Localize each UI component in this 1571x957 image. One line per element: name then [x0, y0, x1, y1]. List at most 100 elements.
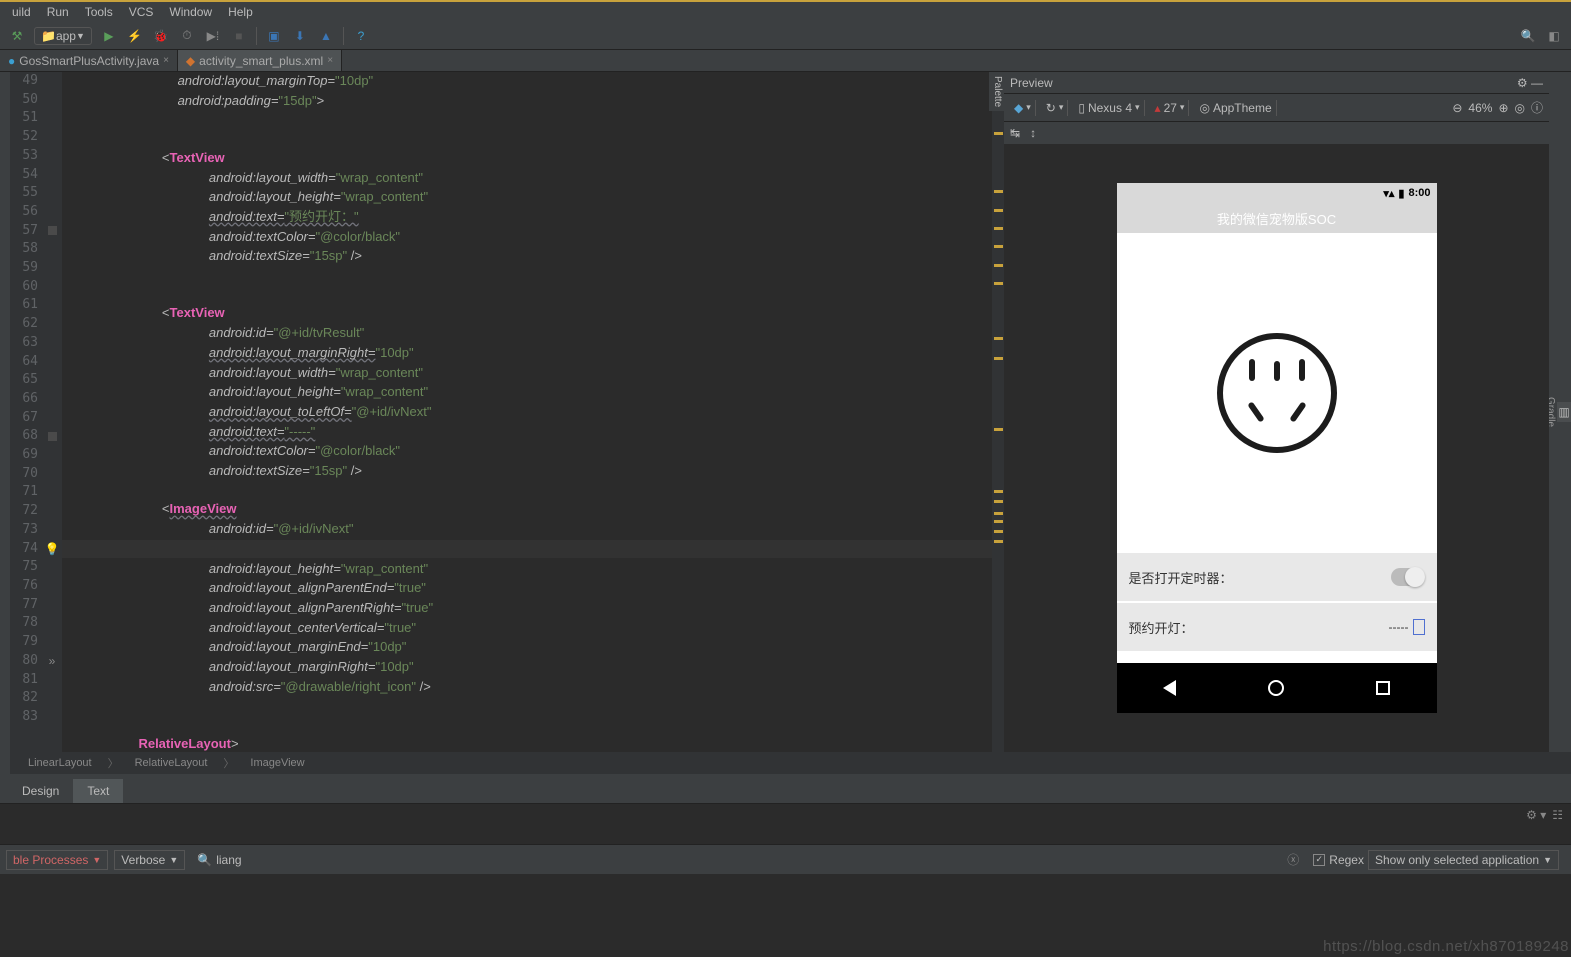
- menu-window[interactable]: Window: [161, 2, 220, 22]
- run-config-selector[interactable]: 📁 app ▼: [34, 27, 92, 45]
- pan-icon[interactable]: ↹: [1010, 126, 1020, 140]
- back-icon[interactable]: [1163, 680, 1176, 696]
- menu-help[interactable]: Help: [220, 2, 261, 22]
- menu-run[interactable]: Run: [39, 2, 77, 22]
- orientation-selector[interactable]: ↻▾: [1042, 100, 1069, 116]
- close-icon[interactable]: ×: [327, 55, 333, 66]
- schedule-label: 预约开灯：: [1129, 618, 1194, 637]
- device-selector[interactable]: ▯Nexus 4▾: [1074, 100, 1144, 116]
- crumb-3[interactable]: ImageView: [242, 757, 312, 769]
- hammer-icon[interactable]: ⚒: [6, 25, 28, 47]
- right-rail: ▥ Gradle ◧ Preview ▤ Device File Explor: [1549, 72, 1571, 752]
- tab-label: GosSmartPlusActivity.java: [19, 54, 159, 68]
- tab-label: activity_smart_plus.xml: [199, 54, 323, 68]
- gear-icon[interactable]: ⚙ ▾: [1526, 808, 1546, 822]
- minimize-icon[interactable]: —: [1531, 76, 1543, 90]
- menu-build[interactable]: uild: [4, 2, 39, 22]
- api-selector[interactable]: ▴27▾: [1151, 100, 1190, 116]
- status-bar: ▾▴ ▮ 8:00: [1117, 183, 1437, 203]
- battery-icon: ▮: [1398, 187, 1404, 200]
- layout-mode-tabs: Design Text: [0, 774, 1571, 804]
- attach-icon[interactable]: ▶⁞: [202, 25, 224, 47]
- timer-toggle-row: 是否打开定时器：: [1117, 553, 1437, 601]
- editor-tabs: ● GosSmartPlusActivity.java × ◆ activity…: [0, 50, 1571, 72]
- next-icon: [1413, 619, 1425, 635]
- wifi-icon: ▾▴: [1383, 187, 1394, 200]
- crumb-2[interactable]: RelativeLayout: [127, 757, 216, 769]
- apply-changes-icon[interactable]: ⚡: [124, 25, 146, 47]
- recents-icon[interactable]: [1376, 681, 1390, 695]
- tab-design[interactable]: Design: [8, 779, 73, 803]
- run-config-label: app: [56, 29, 76, 43]
- tool-icon[interactable]: ☷: [1552, 808, 1563, 822]
- menu-tools[interactable]: Tools: [77, 2, 121, 22]
- layout-inspector-icon[interactable]: ▲: [315, 25, 337, 47]
- breadcrumb: LinearLayout 〉 RelativeLayout 〉 ImageVie…: [0, 752, 1571, 774]
- settings-panel-icon[interactable]: ◧: [1543, 25, 1565, 47]
- schedule-value: -----: [1389, 620, 1409, 634]
- tab-java-file[interactable]: ● GosSmartPlusActivity.java ×: [0, 50, 178, 71]
- line-numbers: 49 50 51 52 53 54 55 56 57 58 59 60 61 6…: [10, 72, 42, 752]
- theme-selector[interactable]: ◎AppTheme: [1195, 100, 1276, 116]
- debug-icon[interactable]: 🐞: [150, 25, 172, 47]
- preview-surface[interactable]: ▾▴ ▮ 8:00 我的微信宠物版SOC 是否打开定时器：: [1004, 144, 1549, 752]
- search-icon: 🔍: [197, 853, 212, 867]
- gutter-icons: 💡»: [42, 72, 62, 752]
- logcat-bar: ble Processes▼ Verbose▼ 🔍 liang ⓧ ✓Regex…: [0, 844, 1571, 874]
- zoom-out-icon[interactable]: ⊖: [1452, 101, 1462, 115]
- clear-icon[interactable]: ⓧ: [1287, 851, 1299, 868]
- preview-sub-toolbar: ↹ ↕: [1004, 122, 1549, 144]
- expand-icon[interactable]: ↕: [1030, 126, 1036, 140]
- clock-label: 8:00: [1408, 187, 1430, 199]
- watermark: https://blog.csdn.net/xh870189248: [1323, 938, 1569, 955]
- menu-vcs[interactable]: VCS: [121, 2, 162, 22]
- editor-area: 49 50 51 52 53 54 55 56 57 58 59 60 61 6…: [0, 72, 1571, 752]
- preview-panel: Palette Preview ⚙ — ◆▾ ↻▾ ▯Nexus 4▾ ▴27▾…: [1004, 72, 1549, 752]
- tab-xml-file[interactable]: ◆ activity_smart_plus.xml ×: [178, 50, 342, 71]
- plug-icon: [1117, 233, 1437, 553]
- palette-tab[interactable]: Palette: [989, 72, 1004, 111]
- error-stripe[interactable]: [992, 72, 1004, 752]
- panel-body: ⚙ ▾ ☷: [0, 804, 1571, 844]
- app-bar: 我的微信宠物版SOC: [1117, 203, 1437, 233]
- schedule-row[interactable]: 预约开灯： -----: [1117, 603, 1437, 651]
- xml-file-icon: ◆: [186, 54, 195, 68]
- device-body: 是否打开定时器： 预约开灯： -----: [1117, 233, 1437, 663]
- stop-icon[interactable]: ■: [228, 25, 250, 47]
- search-value: liang: [216, 853, 241, 867]
- design-surface-selector[interactable]: ◆▾: [1010, 100, 1036, 116]
- regex-checkbox[interactable]: ✓Regex: [1313, 853, 1364, 867]
- main-menu-bar: uild Run Tools VCS Window Help: [0, 0, 1571, 22]
- profile-icon[interactable]: ⏱: [176, 25, 198, 47]
- process-combo[interactable]: ble Processes▼: [6, 850, 108, 870]
- code-editor[interactable]: android:layout_marginTop="10dp" android:…: [62, 72, 992, 752]
- rail-btn-1[interactable]: ▥: [1557, 402, 1571, 422]
- filter-combo[interactable]: Show only selected application▼: [1368, 850, 1559, 870]
- java-file-icon: ●: [8, 54, 15, 68]
- preview-title: Preview: [1010, 76, 1053, 90]
- main-toolbar: ⚒ 📁 app ▼ ▶ ⚡ 🐞 ⏱ ▶⁞ ■ ▣ ⬇ ▲ ? 🔍 ◧: [0, 22, 1571, 50]
- zoom-fit-icon[interactable]: ◎: [1515, 101, 1525, 115]
- preview-header: Preview ⚙ —: [1004, 72, 1549, 94]
- close-icon[interactable]: ×: [163, 55, 169, 66]
- tab-text[interactable]: Text: [73, 779, 123, 803]
- gear-icon[interactable]: ⚙: [1517, 76, 1528, 90]
- crumb-1[interactable]: LinearLayout: [20, 757, 100, 769]
- warnings-icon[interactable]: ⓘ: [1531, 99, 1543, 116]
- zoom-in-icon[interactable]: ⊕: [1498, 101, 1508, 115]
- device-frame: ▾▴ ▮ 8:00 我的微信宠物版SOC 是否打开定时器：: [1117, 183, 1437, 713]
- help-icon[interactable]: ?: [350, 25, 372, 47]
- run-icon[interactable]: ▶: [98, 25, 120, 47]
- app-bar-title: 我的微信宠物版SOC: [1217, 209, 1336, 228]
- sdk-manager-icon[interactable]: ⬇: [289, 25, 311, 47]
- left-gutter: [0, 72, 10, 752]
- zoom-label: 46%: [1468, 101, 1492, 115]
- timer-switch[interactable]: [1391, 568, 1425, 586]
- level-combo[interactable]: Verbose▼: [114, 850, 185, 870]
- log-search[interactable]: 🔍 liang: [191, 851, 247, 869]
- chevron-down-icon: ▼: [76, 31, 85, 41]
- nav-bar: [1117, 663, 1437, 713]
- avd-manager-icon[interactable]: ▣: [263, 25, 285, 47]
- home-icon[interactable]: [1268, 680, 1284, 696]
- search-icon[interactable]: 🔍: [1517, 25, 1539, 47]
